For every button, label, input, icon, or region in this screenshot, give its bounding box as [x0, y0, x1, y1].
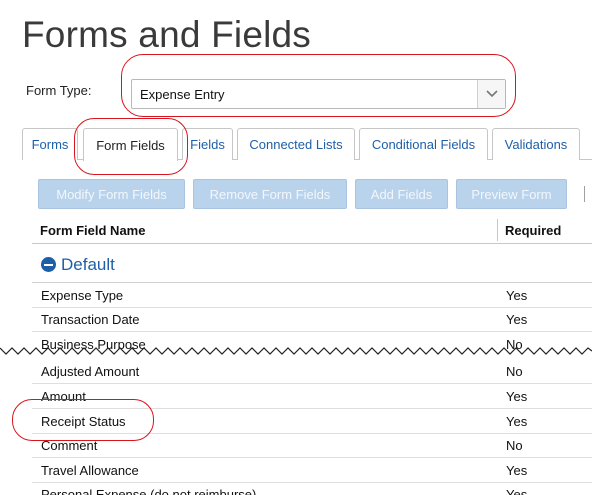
page-title: Forms and Fields [22, 14, 312, 55]
torn-edge-divider [0, 347, 592, 364]
table-row[interactable]: Personal Expense (do not reimburse) Yes [32, 482, 592, 495]
tab-fields[interactable]: Fields [182, 128, 233, 160]
preview-form-button[interactable]: Preview Form [456, 179, 567, 209]
column-divider[interactable] [497, 219, 498, 241]
tab-label: Conditional Fields [371, 137, 476, 152]
callout-form-fields-tab [74, 118, 188, 175]
required-value: Yes [506, 463, 528, 478]
toolbar-separator [584, 186, 585, 202]
tab-connected-lists[interactable]: Connected Lists [237, 128, 355, 160]
form-field-name: Personal Expense (do not reimburse) [41, 487, 257, 495]
modify-form-fields-button[interactable]: Modify Form Fields [38, 179, 185, 209]
group-label[interactable]: Default [61, 255, 115, 275]
form-field-name: Adjusted Amount [41, 364, 140, 379]
callout-receipt-status [12, 399, 154, 441]
tab-forms[interactable]: Forms [22, 128, 78, 160]
column-header-form-field-name[interactable]: Form Field Name [40, 223, 145, 238]
tab-label: Fields [190, 137, 225, 152]
required-value: Yes [506, 389, 528, 404]
form-field-name: Travel Allowance [41, 463, 139, 478]
tab-label: Forms [31, 137, 69, 152]
grid-header: Form Field Name Required [32, 217, 592, 244]
add-fields-button[interactable]: Add Fields [355, 179, 448, 209]
table-row[interactable]: Expense Type Yes [32, 283, 592, 308]
table-row[interactable]: Transaction Date Yes [32, 307, 592, 332]
required-value: No [506, 364, 523, 379]
tab-label: Validations [504, 137, 568, 152]
required-value: No [506, 438, 523, 453]
tab-label: Connected Lists [249, 137, 343, 152]
group-row-default: Default [32, 245, 592, 283]
collapse-minus-icon[interactable] [41, 257, 56, 272]
form-field-name: Expense Type [41, 288, 124, 303]
column-header-required[interactable]: Required [505, 223, 561, 238]
callout-form-type [121, 54, 516, 117]
form-field-name: Transaction Date [41, 312, 140, 327]
remove-form-fields-button[interactable]: Remove Form Fields [193, 179, 347, 209]
required-value: Yes [506, 487, 528, 495]
tab-validations[interactable]: Validations [492, 128, 580, 160]
required-value: Yes [506, 288, 528, 303]
required-value: Yes [506, 414, 528, 429]
form-type-label: Form Type: [26, 83, 92, 98]
required-value: Yes [506, 312, 528, 327]
table-row[interactable]: Travel Allowance Yes [32, 458, 592, 483]
tab-conditional-fields[interactable]: Conditional Fields [359, 128, 488, 160]
